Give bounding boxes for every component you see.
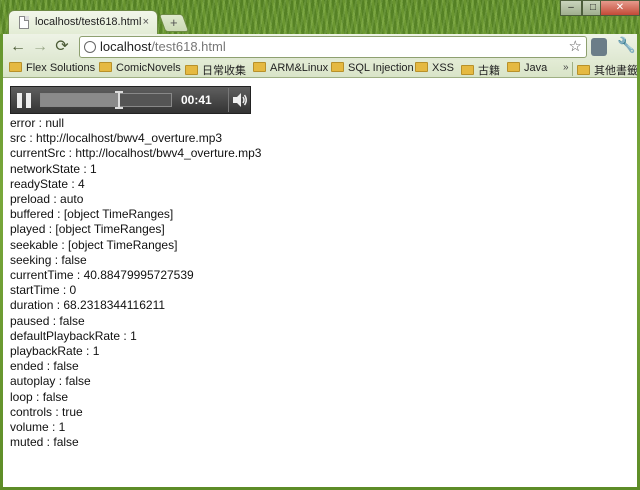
back-icon[interactable]: ← — [9, 38, 27, 56]
tab-title: localhost/test618.html — [35, 16, 142, 28]
property-line: controls : true — [10, 404, 83, 419]
bookmark-folder[interactable]: 日常收集 — [185, 62, 246, 77]
bookmark-folder[interactable]: ComicNovels — [99, 62, 181, 74]
bookmark-folder[interactable]: SQL Injection — [331, 62, 414, 74]
folder-icon — [507, 62, 520, 72]
property-line: preload : auto — [10, 192, 84, 207]
globe-icon — [84, 41, 96, 53]
bookmark-folder[interactable]: ARM&Linux — [253, 62, 328, 74]
browser-tab[interactable]: localhost/test618.html × — [8, 10, 158, 34]
property-line: loop : false — [10, 389, 69, 404]
address-bar[interactable]: localhost/test618.html ☆ — [79, 36, 587, 58]
url-host: localhost — [100, 39, 152, 54]
property-line: autoplay : false — [10, 374, 91, 389]
property-line: paused : false — [10, 313, 85, 328]
url-text: localhost/test618.html — [100, 39, 226, 54]
property-line: seekable : [object TimeRanges] — [10, 237, 178, 252]
bookmark-label: SQL Injection — [348, 62, 414, 74]
seek-bar-fill — [41, 94, 119, 106]
audio-player: 00:41 — [10, 86, 251, 114]
property-line: buffered : [object TimeRanges] — [10, 207, 174, 222]
page-content: 00:41 error : null src : http://localhost… — [3, 78, 637, 487]
property-line: defaultPlaybackRate : 1 — [10, 328, 137, 343]
property-line: currentTime : 40.88479995727539 — [10, 268, 194, 283]
pause-icon[interactable] — [17, 93, 31, 108]
time-display: 00:41 — [181, 93, 212, 107]
volume-button[interactable] — [228, 88, 251, 112]
bookmarks-divider — [572, 62, 573, 76]
property-line: src : http://localhost/bwv4_overture.mp3 — [10, 131, 223, 146]
property-line: playbackRate : 1 — [10, 344, 100, 359]
bookmark-label: ARM&Linux — [270, 62, 329, 74]
bookmark-label: 古籍 — [478, 65, 500, 77]
bookmark-star-icon[interactable]: ☆ — [569, 37, 582, 55]
property-line: error : null — [10, 116, 65, 130]
media-properties-list: error : null src : http://localhost/bwv4_… — [10, 116, 261, 450]
forward-icon[interactable]: → — [31, 38, 49, 56]
folder-icon — [415, 62, 428, 72]
window-close-button[interactable]: ✕ — [600, 0, 640, 16]
bookmarks-bar: Flex Solutions ComicNovels 日常收集 ARM&Linu… — [3, 60, 637, 78]
bookmark-label: ComicNovels — [116, 62, 181, 74]
folder-icon — [185, 65, 198, 75]
seek-thumb[interactable] — [115, 91, 123, 109]
bookmark-label: Flex Solutions — [26, 62, 96, 74]
new-tab-button[interactable]: + — [158, 14, 190, 32]
property-line: startTime : 0 — [10, 283, 77, 298]
bookmark-label: Java — [524, 62, 548, 74]
folder-icon — [9, 62, 22, 72]
folder-icon — [461, 65, 474, 75]
property-line: networkState : 1 — [10, 161, 97, 176]
bookmark-folder[interactable]: XSS — [415, 62, 454, 74]
bookmark-label: XSS — [432, 62, 455, 74]
folder-icon — [99, 62, 112, 72]
property-line: played : [object TimeRanges] — [10, 222, 165, 237]
page-icon — [19, 16, 29, 29]
property-line: readyState : 4 — [10, 176, 85, 191]
plus-icon: + — [170, 15, 178, 30]
property-line: seeking : false — [10, 252, 87, 267]
bookmark-folder[interactable]: 古籍 — [461, 62, 500, 77]
bookmark-label: 其他書籤 — [594, 65, 637, 77]
folder-icon — [253, 62, 266, 72]
property-line: volume : 1 — [10, 420, 66, 435]
toolbar: ← → ⟳ localhost/test618.html ☆ 🔧 — [3, 34, 637, 60]
seek-bar[interactable] — [40, 91, 172, 109]
bookmarks-overflow-icon[interactable]: » — [563, 62, 569, 73]
bookmark-folder[interactable]: 其他書籤 — [577, 62, 637, 77]
property-line: duration : 68.2318344116211 — [10, 298, 166, 313]
minimize-button[interactable]: – — [560, 0, 582, 16]
bookmark-label: 日常收集 — [202, 65, 246, 77]
reload-icon[interactable]: ⟳ — [53, 38, 71, 56]
extension-icon[interactable] — [591, 38, 607, 56]
url-path: /test618.html — [151, 39, 226, 54]
property-line: ended : false — [10, 359, 79, 374]
folder-icon — [331, 62, 344, 72]
wrench-icon[interactable]: 🔧 — [617, 36, 636, 54]
property-line: muted : false — [10, 435, 79, 450]
folder-icon — [577, 65, 590, 75]
tab-close-icon[interactable]: × — [143, 15, 149, 29]
speaker-icon — [233, 93, 247, 107]
bookmark-folder[interactable]: Java — [507, 62, 547, 74]
property-line: currentSrc : http://localhost/bwv4_overt… — [10, 146, 262, 161]
bookmark-folder[interactable]: Flex Solutions — [9, 62, 95, 74]
